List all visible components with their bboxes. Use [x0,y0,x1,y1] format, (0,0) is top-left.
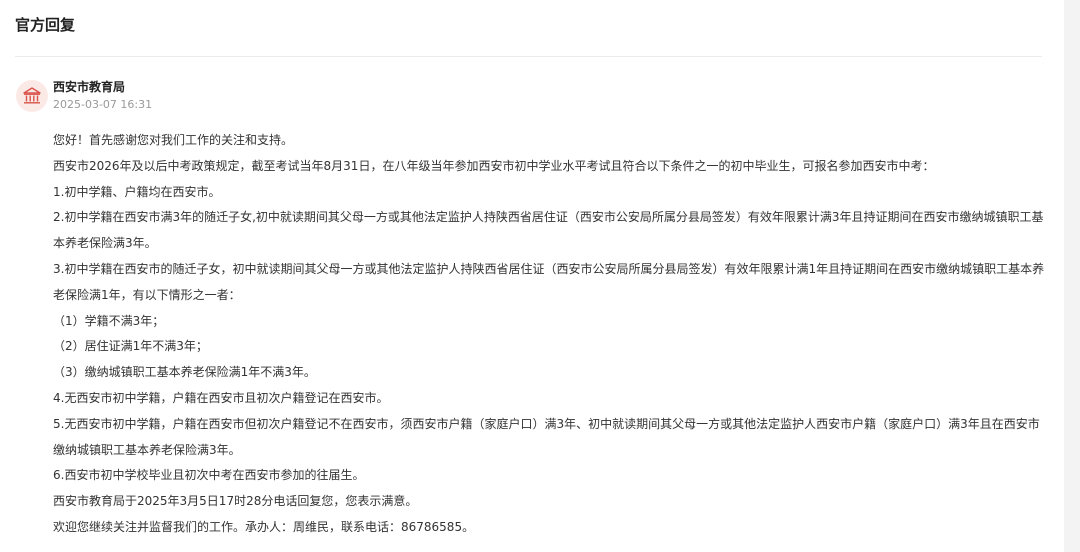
reply-paragraph: 欢迎您继续关注并监督我们的工作。承办人：周维民，联系电话：86786585。 [53,519,475,534]
org-name: 西安市教育局 [53,80,126,94]
reply-paragraph: （1）学籍不满3年； [53,313,165,328]
reply-paragraph: 4.无西安市初中学籍，户籍在西安市且初次户籍登记在西安市。 [53,390,389,405]
reply-paragraph: （2）居住证满1年不满3年； [53,339,208,354]
reply-paragraph: （3）缴纳城镇职工基本养老保险满1年不满3年。 [53,365,316,380]
reply-timestamp: 2025-03-07 16:31 [53,98,153,111]
official-reply-card: 官方回复 西安市教育局 2025-03-07 16:31 您好！首先感谢您对我们… [0,0,1064,552]
reply-paragraph: 1.初中学籍、户籍均在西安市。 [53,184,221,199]
government-building-icon [23,87,41,104]
reply-paragraph: 西安市2026年及以后中考政策规定，截至考试当年8月31日，在八年级当年参加西安… [53,158,935,173]
page-scrollbar[interactable] [1064,0,1080,552]
org-avatar [16,80,48,112]
reply-paragraph: 2.初中学籍在西安市满3年的随迁子女,初中就读期间其父母一方或其他法定监护人持陕… [53,210,1044,251]
section-title: 官方回复 [15,16,76,34]
reply-paragraph: 6.西安市初中学校毕业且初次中考在西安市参加的往届生。 [53,468,365,483]
section-divider [15,56,1042,57]
reply-body: 您好！首先感谢您对我们工作的关注和支持。 西安市2026年及以后中考政策规定，截… [53,128,1045,541]
reply-paragraph: 3.初中学籍在西安市的随迁子女，初中就读期间其父母一方或其他法定监护人持陕西省居… [53,261,1045,302]
reply-paragraph: 您好！首先感谢您对我们工作的关注和支持。 [53,133,294,147]
reply-paragraph: 5.无西安市初中学籍，户籍在西安市但初次户籍登记不在西安市，须西安市户籍（家庭户… [53,416,1040,457]
reply-paragraph: 西安市教育局于2025年3月5日17时28分电话回复您，您表示满意。 [53,494,418,509]
